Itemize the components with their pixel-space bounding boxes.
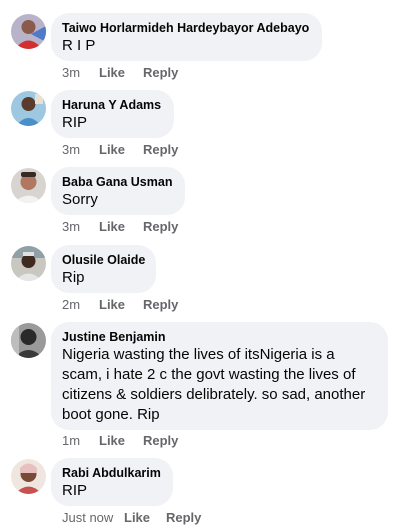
user-avatar-icon[interactable] [11, 168, 46, 203]
comment-bubble: Taiwo Horlarmideh Hardeybayor Adebayo R … [51, 13, 322, 61]
comment-author[interactable]: Justine Benjamin [62, 329, 377, 345]
comment-bubble: Haruna Y Adams RIP [51, 90, 174, 138]
comment-author[interactable]: Rabi Abdulkarim [62, 465, 162, 481]
comment-author[interactable]: Haruna Y Adams [62, 97, 163, 113]
like-button[interactable]: Like [99, 219, 143, 235]
comment-actions: 3m Like Reply [62, 65, 178, 81]
comment-timestamp[interactable]: 3m [62, 65, 99, 81]
user-avatar-icon[interactable] [11, 91, 46, 126]
comment-actions: 3m Like Reply [62, 219, 178, 235]
reply-button[interactable]: Reply [143, 297, 178, 313]
user-avatar-icon[interactable] [11, 459, 46, 494]
comment-actions: Just now Like Reply [62, 510, 201, 526]
comment-actions: 3m Like Reply [62, 142, 178, 158]
like-button[interactable]: Like [99, 142, 143, 158]
comment-text: Sorry [62, 191, 98, 208]
comment-timestamp[interactable]: 3m [62, 142, 99, 158]
user-avatar-icon[interactable] [11, 14, 46, 49]
comment-timestamp[interactable]: 2m [62, 297, 99, 313]
reply-button[interactable]: Reply [143, 433, 178, 449]
reply-button[interactable]: Reply [143, 65, 178, 81]
comment-bubble: Baba Gana Usman Sorry [51, 167, 185, 215]
reply-button[interactable]: Reply [166, 510, 201, 526]
comment-timestamp[interactable]: 1m [62, 433, 99, 449]
comment-actions: 2m Like Reply [62, 297, 178, 313]
like-button[interactable]: Like [99, 65, 143, 81]
like-button[interactable]: Like [99, 433, 143, 449]
user-avatar-icon[interactable] [11, 323, 46, 358]
comment-timestamp[interactable]: 3m [62, 219, 99, 235]
comment-author[interactable]: Baba Gana Usman [62, 174, 174, 190]
comment-text: R I P [62, 37, 96, 54]
comment-text: RIP [62, 114, 88, 131]
comment-text: RIP [62, 482, 88, 499]
reply-button[interactable]: Reply [143, 142, 178, 158]
reply-button[interactable]: Reply [143, 219, 178, 235]
comment-text: Nigeria wasting the lives of itsNigeria … [62, 346, 370, 423]
comment-bubble: Rabi Abdulkarim RIP [51, 458, 173, 506]
comment-bubble: Olusile Olaide Rip [51, 245, 156, 293]
comment-author[interactable]: Taiwo Horlarmideh Hardeybayor Adebayo [62, 20, 311, 36]
like-button[interactable]: Like [124, 510, 166, 526]
comment-text: Rip [62, 269, 85, 286]
comment-author[interactable]: Olusile Olaide [62, 252, 145, 268]
comment-actions: 1m Like Reply [62, 433, 178, 449]
user-avatar-icon[interactable] [11, 246, 46, 281]
like-button[interactable]: Like [99, 297, 143, 313]
comment-timestamp[interactable]: Just now [62, 510, 124, 526]
comment-bubble: Justine Benjamin Nigeria wasting the liv… [51, 322, 388, 430]
